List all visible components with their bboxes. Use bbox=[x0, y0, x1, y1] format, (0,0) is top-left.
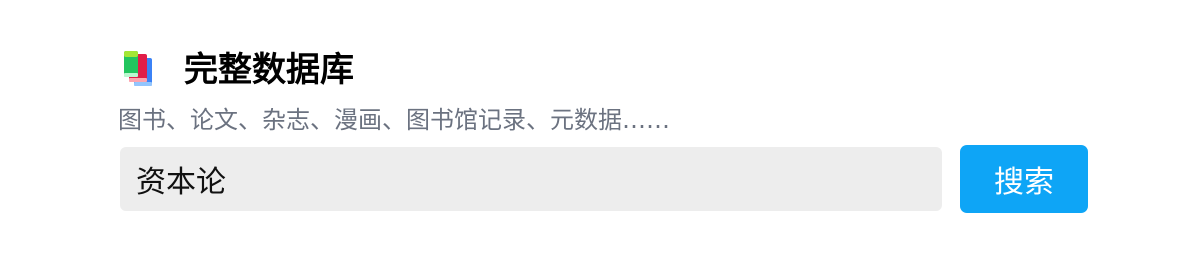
search-button[interactable]: 搜索 bbox=[960, 145, 1088, 213]
books-icon bbox=[120, 48, 164, 92]
page-header: 完整数据库 bbox=[120, 48, 354, 92]
search-input[interactable] bbox=[120, 147, 942, 211]
page-title: 完整数据库 bbox=[184, 50, 354, 90]
page-subtitle: 图书、论文、杂志、漫画、图书馆记录、元数据…… bbox=[118, 106, 670, 134]
